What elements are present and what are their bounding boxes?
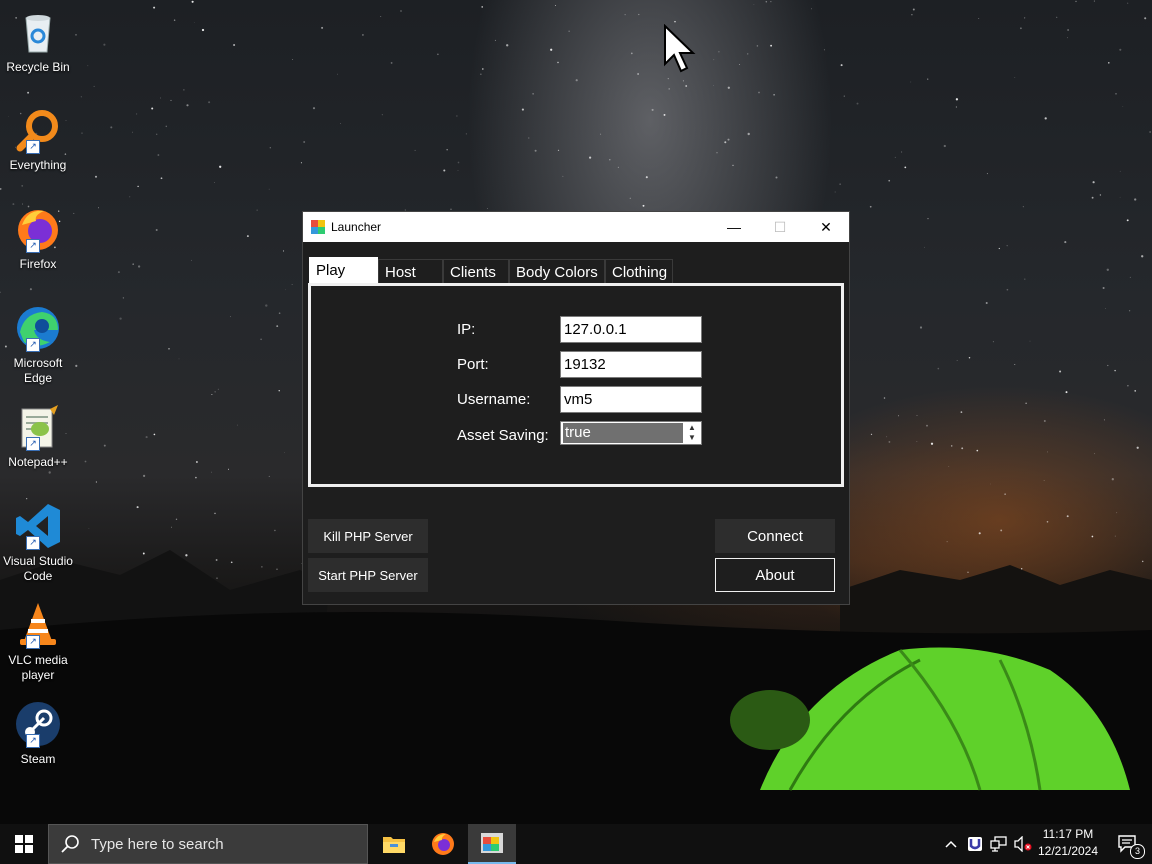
firefox-icon [432, 833, 454, 855]
windows-logo-icon [15, 835, 33, 853]
minimize-button[interactable]: — [711, 212, 757, 242]
kill-php-server-button[interactable]: Kill PHP Server [308, 519, 428, 553]
desktop-icon-label: Microsoft Edge [13, 356, 63, 385]
vscode-icon: ↗ [14, 502, 62, 550]
port-input[interactable] [560, 351, 702, 378]
asset-saving-select[interactable]: true ▲ ▼ [560, 421, 702, 445]
taskbar-file-explorer[interactable] [370, 824, 418, 864]
desktop-icon-recycle-bin[interactable]: Recycle Bin [0, 8, 76, 75]
search-icon [61, 835, 79, 853]
shortcut-arrow-icon: ↗ [26, 338, 40, 352]
port-label: Port: [457, 356, 489, 373]
clock-date: 12/21/2024 [1037, 844, 1099, 858]
chevron-up-icon [945, 840, 957, 848]
everything-search-icon: ↗ [14, 106, 62, 154]
desktop-icon-label: VLC media player [8, 653, 68, 682]
tab-host[interactable]: Host [378, 259, 443, 284]
shield-app-icon [968, 837, 982, 851]
close-button[interactable]: ✕ [803, 212, 849, 242]
username-label: Username: [457, 391, 531, 408]
network-icon [990, 836, 1007, 852]
desktop-icon-label: Steam [20, 752, 56, 766]
tab-clients[interactable]: Clients [443, 259, 509, 284]
spinner-arrows-icon[interactable]: ▲ ▼ [685, 423, 699, 443]
vlc-icon: ↗ [14, 601, 62, 649]
window-title: Launcher [331, 220, 382, 234]
launcher-app-icon [311, 220, 325, 234]
desktop-icon-firefox[interactable]: ↗ Firefox [0, 205, 76, 272]
asset-saving-value: true [563, 423, 683, 443]
shortcut-arrow-icon: ↗ [26, 536, 40, 550]
steam-icon: ↗ [14, 700, 62, 748]
edge-icon: ↗ [14, 304, 62, 352]
search-placeholder: Type here to search [91, 835, 224, 853]
tab-clothing[interactable]: Clothing [605, 259, 673, 284]
title-bar[interactable]: Launcher — ☐ ✕ [303, 212, 849, 242]
recycle-bin-icon [14, 8, 62, 56]
desktop-icon-label: Firefox [19, 257, 57, 271]
taskbar-search-box[interactable]: Type here to search [48, 824, 368, 864]
maximize-button: ☐ [773, 218, 787, 235]
desktop-icon-label: Recycle Bin [6, 60, 70, 74]
taskbar-launcher[interactable] [468, 824, 516, 864]
start-php-server-button[interactable]: Start PHP Server [308, 558, 428, 592]
desktop-icon-steam[interactable]: ↗ Steam [0, 700, 76, 767]
mouse-cursor-icon [664, 24, 696, 73]
connect-button[interactable]: Connect [715, 519, 835, 553]
asset-saving-label: Asset Saving: [457, 427, 549, 444]
tray-app-icon[interactable] [964, 824, 986, 864]
desktop-icon-edge[interactable]: ↗ Microsoft Edge [0, 304, 76, 386]
action-center-button[interactable]: 3 [1108, 824, 1148, 864]
clock-time: 11:17 PM [1042, 827, 1094, 841]
about-button[interactable]: About [715, 558, 835, 592]
shortcut-arrow-icon: ↗ [26, 140, 40, 154]
desktop-icon-vlc[interactable]: ↗ VLC media player [0, 601, 76, 683]
tab-body-colors[interactable]: Body Colors [509, 259, 605, 284]
taskbar-clock[interactable]: 11:17 PM 12/21/2024 [1030, 826, 1106, 860]
username-input[interactable] [560, 386, 702, 413]
tray-network[interactable] [988, 824, 1010, 864]
notification-count-badge: 3 [1130, 844, 1145, 859]
ip-input[interactable] [560, 316, 702, 343]
desktop-icon-label: Notepad++ [8, 455, 68, 469]
firefox-icon: ↗ [14, 205, 62, 253]
shortcut-arrow-icon: ↗ [26, 734, 40, 748]
taskbar-firefox[interactable] [419, 824, 467, 864]
tab-play[interactable]: Play [309, 257, 378, 284]
tab-strip: Play Host Clients Body Colors Clothing [309, 257, 673, 284]
desktop-icon-label: Visual Studio Code [3, 554, 73, 583]
desktop-icon-vscode[interactable]: ↗ Visual Studio Code [0, 502, 76, 584]
notepad-plus-plus-icon: ↗ [14, 403, 62, 451]
tray-show-hidden-icons[interactable] [940, 824, 962, 864]
desktop-icon-everything[interactable]: ↗ Everything [0, 106, 76, 173]
shortcut-arrow-icon: ↗ [26, 239, 40, 253]
desktop-icon-label: Everything [9, 158, 67, 172]
shortcut-arrow-icon: ↗ [26, 635, 40, 649]
file-explorer-icon [383, 837, 405, 853]
shortcut-arrow-icon: ↗ [26, 437, 40, 451]
taskbar: Type here to search 11:17 PM 12/21/2024 … [0, 824, 1152, 864]
start-button[interactable] [0, 824, 48, 864]
launcher-icon [481, 833, 503, 853]
play-tab-panel: IP: Port: Username: Asset Saving: true ▲… [308, 283, 844, 487]
ip-label: IP: [457, 321, 476, 338]
desktop-icon-notepad-plus-plus[interactable]: ↗ Notepad++ [0, 403, 76, 470]
launcher-window: Launcher — ☐ ✕ Play Host Clients Body Co… [302, 211, 850, 605]
